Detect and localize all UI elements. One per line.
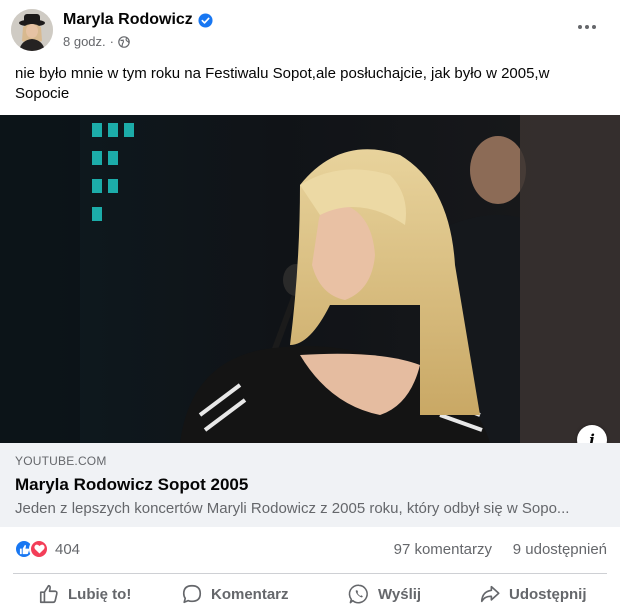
like-button[interactable]: Lubię to! <box>38 579 131 609</box>
post-text: nie było mnie w tym roku na Festiwalu So… <box>15 65 550 102</box>
globe-icon[interactable] <box>118 35 130 48</box>
send-button-label: Wyślij <box>378 585 422 603</box>
author-name[interactable]: Maryla Rodowicz <box>63 11 213 29</box>
link-title[interactable]: Maryla Rodowicz Sopot 2005 <box>15 475 248 495</box>
avatar[interactable] <box>11 9 53 51</box>
meta-separator: · <box>109 34 114 49</box>
whatsapp-icon <box>348 584 368 604</box>
thumbs-up-icon <box>39 584 58 604</box>
reaction-count[interactable]: 404 <box>55 541 80 558</box>
shares-count[interactable]: 9 udostępnień <box>513 541 607 558</box>
love-icon <box>29 539 49 559</box>
share-icon <box>480 585 500 603</box>
comments-count[interactable]: 97 komentarzy <box>394 541 492 558</box>
send-button[interactable]: Wyślij <box>348 579 421 609</box>
link-domain: YOUTUBE.COM <box>15 454 107 468</box>
avatar-image <box>11 9 53 51</box>
divider <box>13 573 607 574</box>
link-description: Jeden z lepszych koncertów Maryli Rodowi… <box>15 500 570 517</box>
facebook-post: Maryla Rodowicz 8 godz. · nie było mnie … <box>0 0 620 611</box>
share-button[interactable]: Udostępnij <box>479 579 587 609</box>
video-thumbnail-image <box>0 115 620 443</box>
share-button-label: Udostępnij <box>509 585 587 603</box>
action-bar: Lubię to! Komentarz Wyślij Udostępnij <box>0 576 620 611</box>
reactions-summary[interactable]: 404 <box>14 539 80 559</box>
comment-button[interactable]: Komentarz <box>181 579 289 609</box>
author-name-text[interactable]: Maryla Rodowicz <box>63 11 193 29</box>
link-preview[interactable]: YOUTUBE.COM Maryla Rodowicz Sopot 2005 J… <box>0 443 620 527</box>
comment-icon <box>182 584 202 604</box>
verified-badge-icon <box>198 12 213 28</box>
post-meta: 8 godz. · <box>63 34 130 49</box>
video-thumbnail[interactable] <box>0 115 620 443</box>
post-time[interactable]: 8 godz. <box>63 34 106 49</box>
like-button-label: Lubię to! <box>68 585 132 603</box>
comment-button-label: Komentarz <box>211 585 289 603</box>
more-options-button[interactable] <box>569 15 605 39</box>
more-options-icon <box>578 25 596 29</box>
